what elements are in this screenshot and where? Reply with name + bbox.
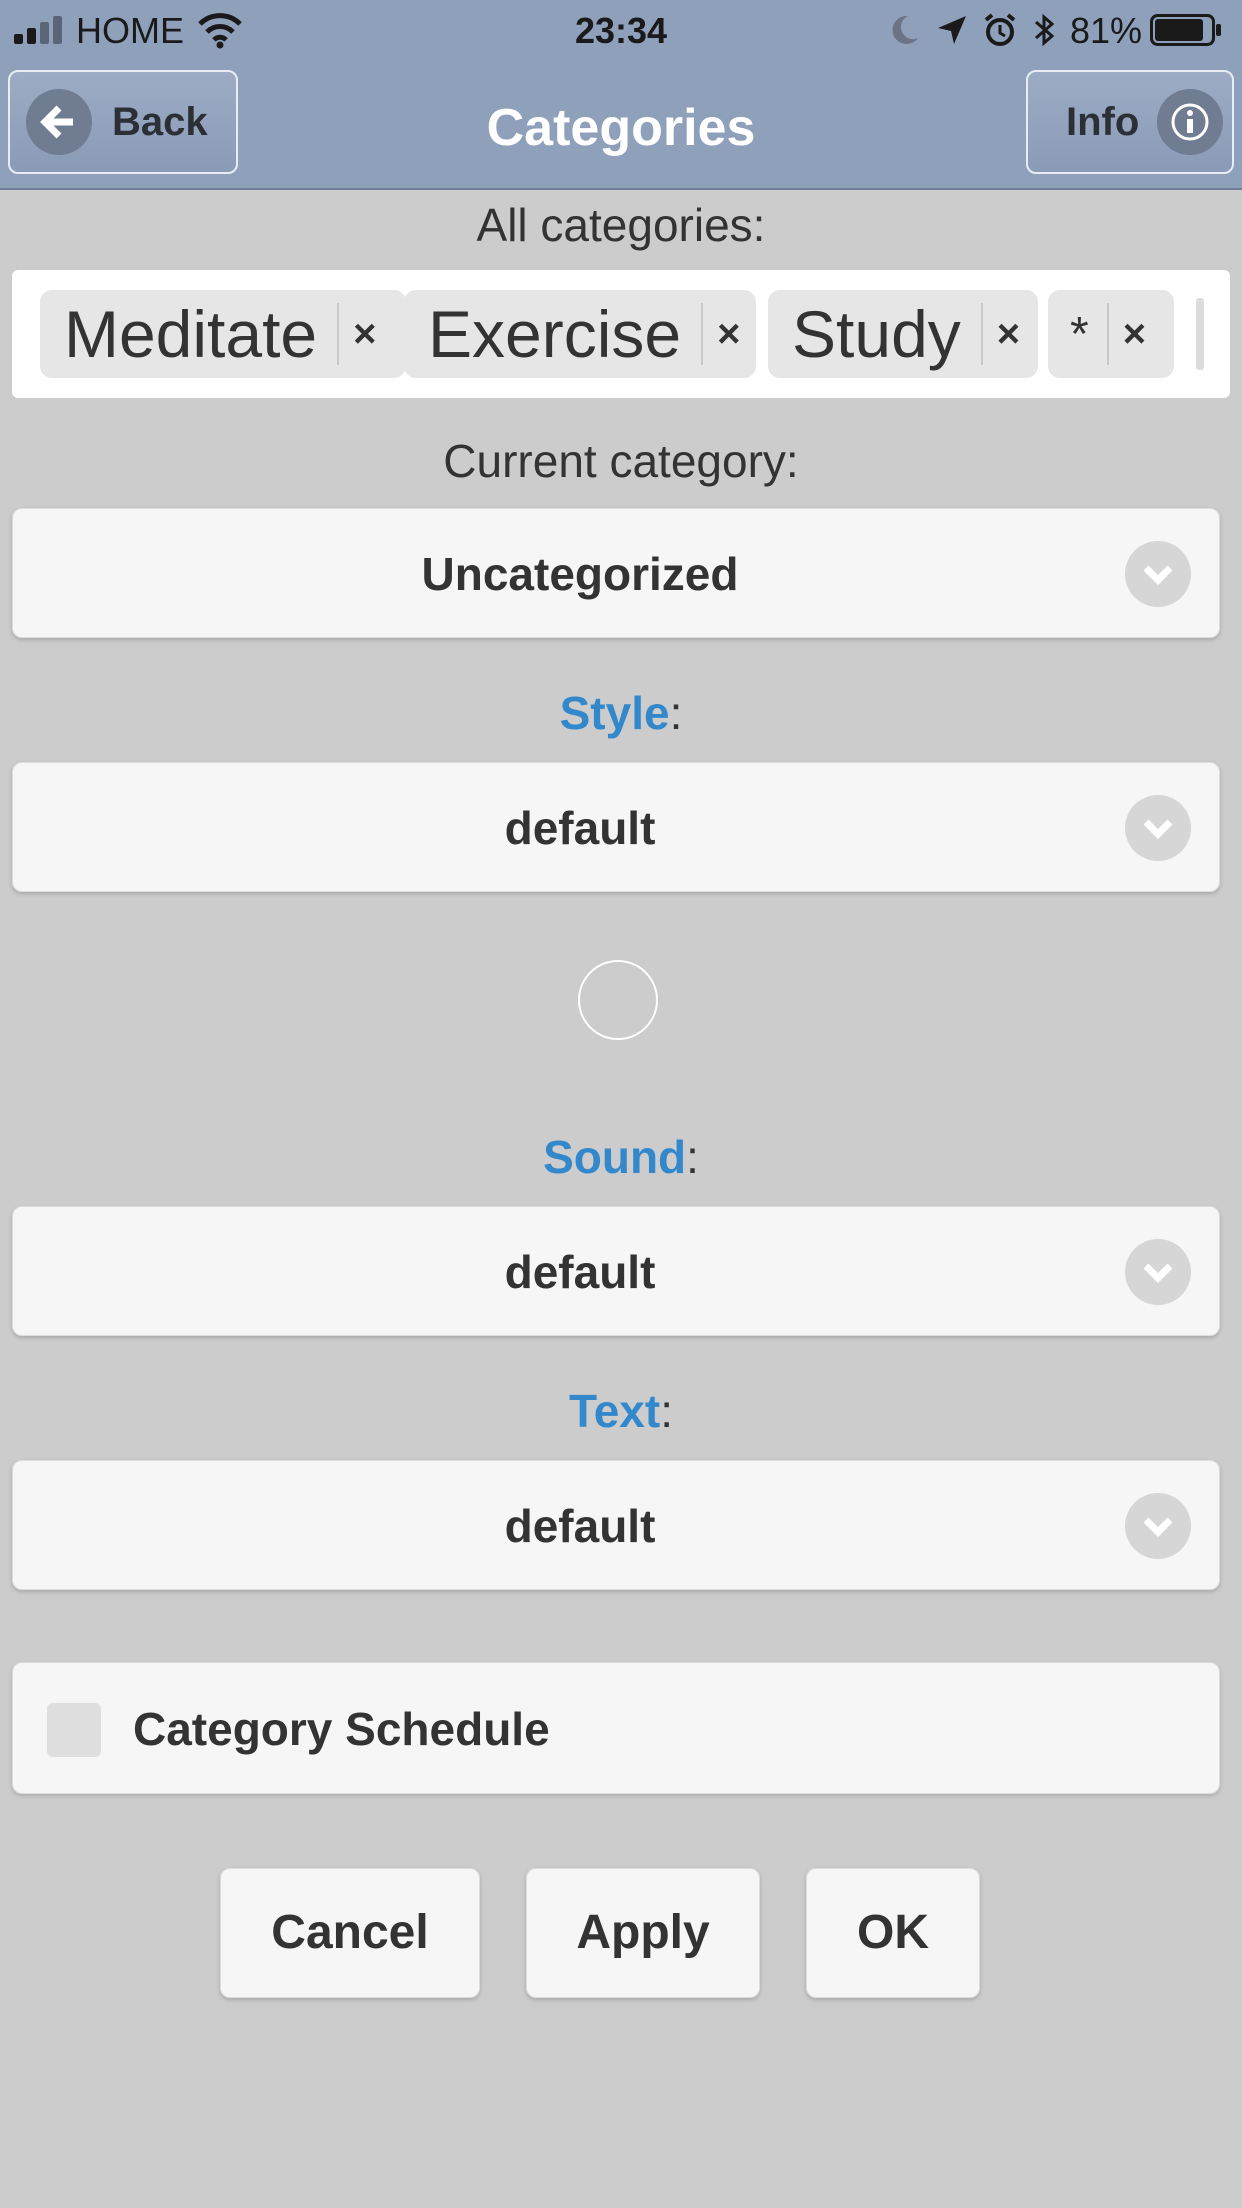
info-icon	[1157, 89, 1224, 155]
apply-button[interactable]: Apply	[526, 1868, 760, 1998]
text-label: Text:	[569, 1385, 673, 1437]
battery-percent: 81%	[1070, 10, 1143, 51]
info-button[interactable]: Info	[1026, 70, 1234, 174]
style-preview-circle	[578, 960, 658, 1040]
bluetooth-icon	[1035, 13, 1055, 47]
text-select[interactable]: default	[12, 1460, 1220, 1590]
category-schedule-checkbox[interactable]	[47, 1703, 101, 1757]
category-tag[interactable]: Exercise ×	[404, 290, 756, 378]
current-category-value: Uncategorized	[421, 548, 739, 600]
style-value: default	[504, 802, 656, 854]
sound-label-text: Sound	[543, 1131, 687, 1183]
remove-tag-icon[interactable]: ×	[703, 312, 752, 357]
category-tags-input[interactable]: Meditate × Exercise × Study × * ×	[12, 270, 1230, 398]
remove-tag-icon[interactable]: ×	[1109, 312, 1158, 357]
category-tag-label: *	[1070, 307, 1089, 361]
style-label: Style:	[559, 687, 683, 739]
all-categories-label: All categories:	[476, 199, 766, 251]
sound-select[interactable]: default	[12, 1206, 1220, 1336]
chevron-down-icon	[1125, 1239, 1191, 1305]
chevron-down-icon	[1125, 795, 1191, 861]
current-category-label: Current category:	[443, 435, 799, 487]
status-bar: HOME 23:34 81%	[0, 0, 1242, 62]
chevron-down-icon	[1125, 1493, 1191, 1559]
remove-tag-icon[interactable]: ×	[983, 312, 1032, 357]
category-tag[interactable]: Meditate ×	[40, 290, 406, 378]
category-tag[interactable]: Study ×	[768, 290, 1038, 378]
top-bar: HOME 23:34 81% Back Categories Info	[0, 0, 1242, 190]
text-value: default	[504, 1500, 656, 1552]
sound-label: Sound:	[543, 1131, 699, 1183]
current-category-select[interactable]: Uncategorized	[12, 508, 1220, 638]
style-label-text: Style	[559, 687, 670, 739]
sound-value: default	[504, 1246, 656, 1298]
alarm-icon	[984, 13, 1016, 46]
style-select[interactable]: default	[12, 762, 1220, 892]
category-tag[interactable]: * ×	[1048, 290, 1174, 378]
location-arrow-icon	[938, 16, 966, 44]
ok-button[interactable]: OK	[806, 1868, 980, 1998]
category-tag-label: Exercise	[428, 297, 682, 371]
moon-icon	[892, 15, 918, 44]
battery-icon	[1150, 14, 1221, 46]
tag-input-cursor	[1196, 298, 1204, 370]
remove-tag-icon[interactable]: ×	[339, 312, 388, 357]
category-schedule-label: Category Schedule	[133, 1703, 550, 1755]
category-tag-label: Study	[792, 297, 961, 371]
info-label: Info	[1066, 99, 1140, 144]
category-schedule-toggle[interactable]: Category Schedule	[12, 1662, 1220, 1794]
cancel-button[interactable]: Cancel	[220, 1868, 480, 1998]
category-tag-label: Meditate	[64, 297, 318, 371]
text-label-text: Text	[569, 1385, 661, 1437]
chevron-down-icon	[1125, 541, 1191, 607]
